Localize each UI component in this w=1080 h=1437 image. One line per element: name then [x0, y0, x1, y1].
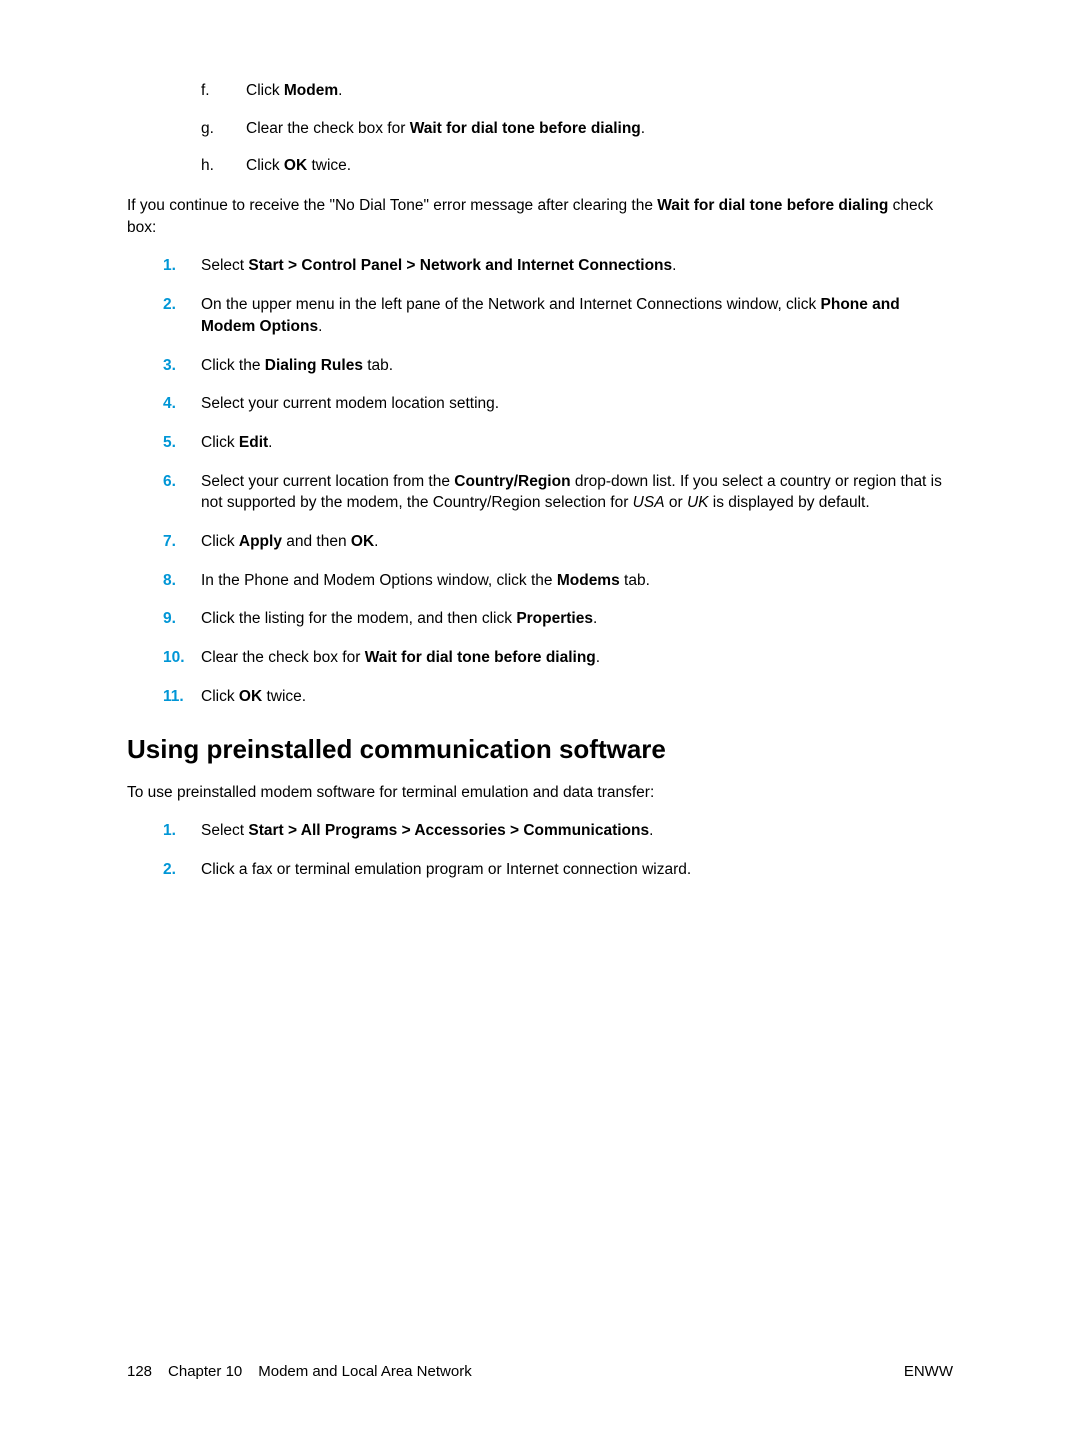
list-marker: 8. [163, 570, 201, 592]
paragraph-continue: If you continue to receive the "No Dial … [127, 195, 953, 238]
main-ordered-list-1: 1.Select Start > Control Panel > Network… [163, 255, 953, 707]
list-marker: 10. [163, 647, 201, 669]
list-marker: 9. [163, 608, 201, 630]
main-list-item: 1.Select Start > Control Panel > Network… [163, 255, 953, 277]
list-marker: 2. [163, 294, 201, 337]
main-list-item: 5.Click Edit. [163, 432, 953, 454]
list-text: Click the Dialing Rules tab. [201, 355, 393, 377]
list-text: Click Edit. [201, 432, 272, 454]
list-text: Click a fax or terminal emulation progra… [201, 859, 691, 881]
list-marker: 1. [163, 820, 201, 842]
list-marker: 3. [163, 355, 201, 377]
chapter-label: Chapter 10 [168, 1361, 242, 1382]
list-marker: 4. [163, 393, 201, 415]
list-text: Click OK twice. [246, 155, 351, 177]
list-marker: g. [201, 118, 246, 140]
main-list-item: 10.Clear the check box for Wait for dial… [163, 647, 953, 669]
main-list-item: 2.On the upper menu in the left pane of … [163, 294, 953, 337]
main-list-item: 2.Click a fax or terminal emulation prog… [163, 859, 953, 881]
document-code: ENWW [904, 1361, 953, 1382]
list-marker: h. [201, 155, 246, 177]
list-text: Click Apply and then OK. [201, 531, 378, 553]
list-text: In the Phone and Modem Options window, c… [201, 570, 650, 592]
list-marker: 1. [163, 255, 201, 277]
list-text: Click the listing for the modem, and the… [201, 608, 597, 630]
list-marker: 2. [163, 859, 201, 881]
main-list-item: 11.Click OK twice. [163, 686, 953, 708]
main-list-item: 6.Select your current location from the … [163, 471, 953, 514]
main-list-item: 3.Click the Dialing Rules tab. [163, 355, 953, 377]
paragraph-intro: To use preinstalled modem software for t… [127, 782, 953, 804]
page-number: 128 [127, 1361, 152, 1382]
list-text: Clear the check box for Wait for dial to… [246, 118, 645, 140]
list-text: Select your current location from the Co… [201, 471, 953, 514]
main-list-item: 9.Click the listing for the modem, and t… [163, 608, 953, 630]
list-marker: 5. [163, 432, 201, 454]
list-marker: 6. [163, 471, 201, 514]
list-text: Select Start > All Programs > Accessorie… [201, 820, 653, 842]
list-text: Click Modem. [246, 80, 342, 102]
list-text: Select Start > Control Panel > Network a… [201, 255, 676, 277]
list-text: Clear the check box for Wait for dial to… [201, 647, 600, 669]
main-list-item: 4.Select your current modem location set… [163, 393, 953, 415]
sub-list-item: f.Click Modem. [201, 80, 953, 102]
page-footer: 128 Chapter 10 Modem and Local Area Netw… [127, 1361, 953, 1382]
list-text: Select your current modem location setti… [201, 393, 499, 415]
section-heading: Using preinstalled communication softwar… [127, 731, 953, 767]
list-text: On the upper menu in the left pane of th… [201, 294, 953, 337]
main-list-item: 7.Click Apply and then OK. [163, 531, 953, 553]
main-list-item: 8.In the Phone and Modem Options window,… [163, 570, 953, 592]
list-text: Click OK twice. [201, 686, 306, 708]
sub-ordered-list: f.Click Modem.g.Clear the check box for … [201, 80, 953, 177]
chapter-title: Modem and Local Area Network [258, 1361, 471, 1382]
sub-list-item: h.Click OK twice. [201, 155, 953, 177]
list-marker: 7. [163, 531, 201, 553]
list-marker: 11. [163, 686, 201, 708]
list-marker: f. [201, 80, 246, 102]
main-list-item: 1.Select Start > All Programs > Accessor… [163, 820, 953, 842]
sub-list-item: g.Clear the check box for Wait for dial … [201, 118, 953, 140]
main-ordered-list-2: 1.Select Start > All Programs > Accessor… [163, 820, 953, 880]
